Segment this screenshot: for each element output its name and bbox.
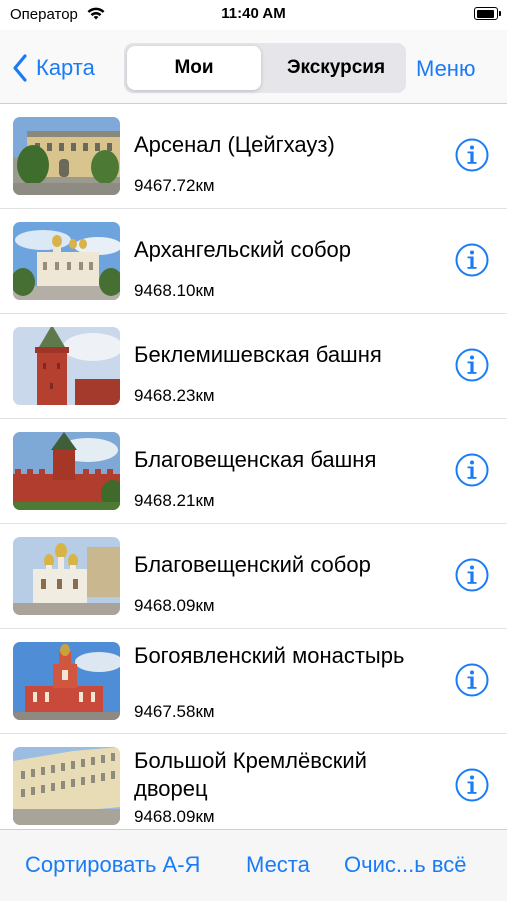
info-icon[interactable] xyxy=(455,138,489,172)
info-icon[interactable] xyxy=(455,558,489,592)
item-distance: 9467.58км xyxy=(134,702,215,721)
monastery-photo xyxy=(13,642,120,720)
cathedral-photo xyxy=(13,222,120,300)
back-label: Карта xyxy=(36,55,95,80)
segmented-control: Мои Экскурсия xyxy=(124,43,406,93)
bottom-toolbar: Сортировать А-Я Места Очис...ь всё xyxy=(0,829,507,901)
item-title: Благовещенская башня xyxy=(134,447,377,472)
item-title: Арсенал (Цейгхауз) xyxy=(134,132,335,157)
list-item[interactable]: Арсенал (Цейгхауз) 9467.72км xyxy=(0,104,507,209)
info-icon[interactable] xyxy=(455,453,489,487)
clear-all-button[interactable]: Очис...ь всё xyxy=(344,852,466,878)
info-icon[interactable] xyxy=(455,243,489,277)
palace-photo xyxy=(13,747,120,825)
tower-photo xyxy=(13,327,120,405)
item-title: Богоявленский монастырь xyxy=(134,643,405,668)
back-button[interactable]: Карта xyxy=(12,50,95,86)
list-item[interactable]: Благовещенский собор 9468.09км xyxy=(0,524,507,629)
segment-mine[interactable]: Мои xyxy=(127,46,261,90)
item-title: Благовещенский собор xyxy=(134,552,371,577)
item-distance: 9468.23км xyxy=(134,386,215,405)
item-distance: 9468.21км xyxy=(134,491,215,510)
info-icon[interactable] xyxy=(455,768,489,802)
status-bar: Оператор 11:40 AM xyxy=(0,0,507,30)
info-icon[interactable] xyxy=(455,663,489,697)
arsenal-photo xyxy=(13,117,120,195)
item-title: Большой Кремлёвский дворец xyxy=(134,748,367,801)
battery-icon xyxy=(474,7,498,20)
item-title: Беклемишевская башня xyxy=(134,342,382,367)
list-item[interactable]: Благовещенская башня 9468.21км xyxy=(0,419,507,524)
tower-photo xyxy=(13,432,120,510)
places-button[interactable]: Места xyxy=(246,852,310,878)
chevron-left-icon xyxy=(13,54,27,82)
list-item[interactable]: Беклемишевская башня 9468.23км xyxy=(0,314,507,419)
list-item[interactable]: Архангельский собор 9468.10км xyxy=(0,209,507,314)
places-list: Арсенал (Цейгхауз) 9467.72км Архангельск… xyxy=(0,104,507,839)
list-item[interactable]: Большой Кремлёвский дворец 9468.09км xyxy=(0,734,507,839)
clock: 11:40 AM xyxy=(221,5,286,22)
item-distance: 9468.10км xyxy=(134,281,215,300)
item-distance: 9468.09км xyxy=(134,807,215,826)
segment-excursion[interactable]: Экскурсия xyxy=(269,46,403,90)
battery-tip xyxy=(499,11,501,16)
cathedral-photo xyxy=(13,537,120,615)
sort-button[interactable]: Сортировать А-Я xyxy=(25,852,200,878)
list-item[interactable]: Богоявленский монастырь 9467.58км xyxy=(0,629,507,734)
item-distance: 9467.72км xyxy=(134,176,215,195)
info-icon[interactable] xyxy=(455,348,489,382)
item-distance: 9468.09км xyxy=(134,596,215,615)
navigation-bar: Карта Мои Экскурсия Меню xyxy=(0,30,507,104)
item-title: Архангельский собор xyxy=(134,237,352,262)
menu-button[interactable]: Меню xyxy=(416,56,475,82)
